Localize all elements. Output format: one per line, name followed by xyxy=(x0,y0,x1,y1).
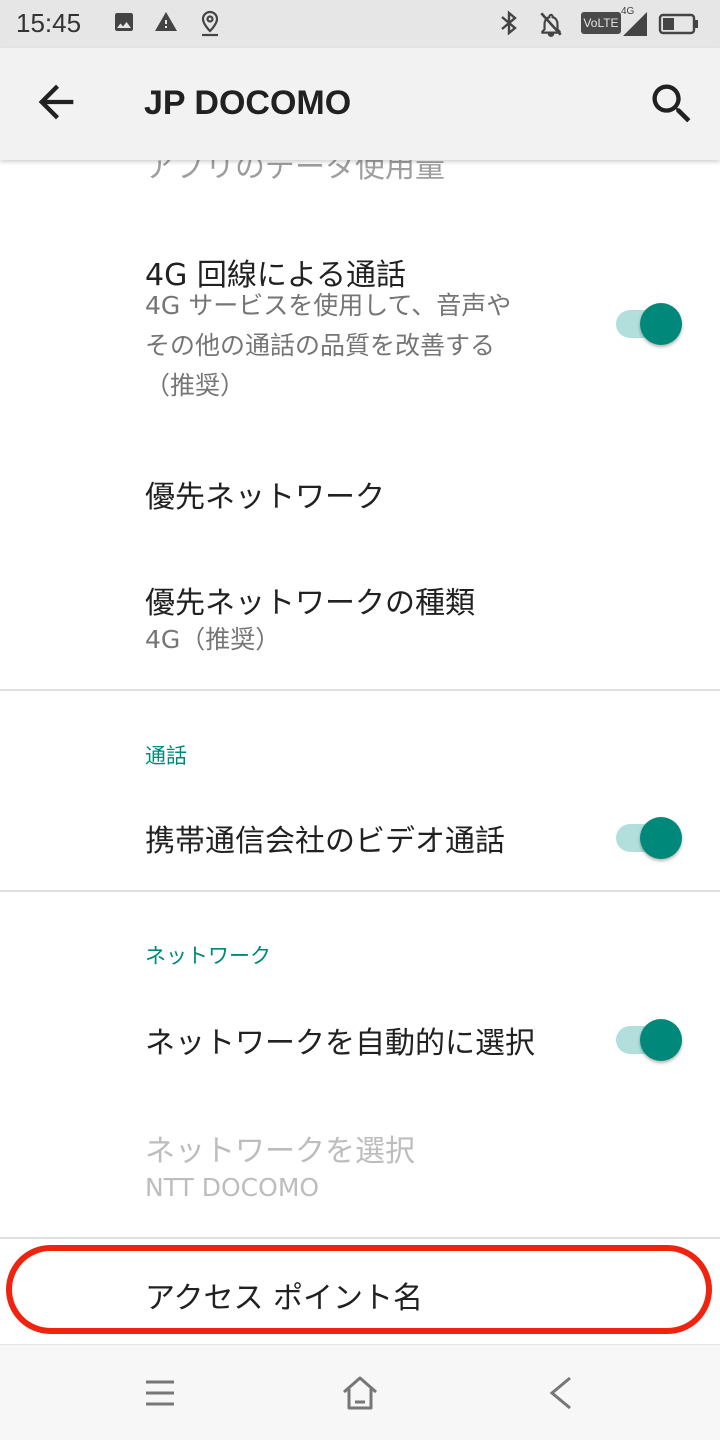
video-calling-switch[interactable] xyxy=(614,816,682,860)
4g-calling-summary-line3: （推奨） xyxy=(145,371,246,400)
highlight-annotation xyxy=(6,1245,712,1334)
preferred-network-title: 優先ネットワーク xyxy=(145,480,385,515)
list-item-auto-select-network[interactable]: ネットワークを自動的に選択 xyxy=(0,990,720,1090)
location-icon xyxy=(201,10,219,37)
app-data-usage-title: アプリのデータ使用量 xyxy=(145,160,445,185)
menu-icon[interactable] xyxy=(140,1373,180,1413)
bluetooth-icon xyxy=(501,10,517,36)
search-icon[interactable] xyxy=(646,78,698,130)
list-item-preferred-network-type[interactable]: 優先ネットワークの種類 4G（推奨） xyxy=(0,550,720,680)
divider xyxy=(0,890,720,892)
list-item-app-data-usage[interactable]: アプリのデータ使用量 xyxy=(0,160,720,200)
arrow-back-icon[interactable] xyxy=(30,76,82,128)
list-item-preferred-network[interactable]: 優先ネットワーク xyxy=(0,440,720,540)
settings-list: アプリのデータ使用量 4G 回線による通話 4G サービスを使用して、音声や そ… xyxy=(0,160,720,1344)
category-calling: 通話 xyxy=(145,744,187,768)
home-icon[interactable] xyxy=(340,1373,380,1413)
switch-thumb xyxy=(640,1019,682,1061)
category-network: ネットワーク xyxy=(145,944,271,968)
alert-icon xyxy=(155,12,177,31)
auto-select-network-switch[interactable] xyxy=(614,1018,682,1062)
app-bar: JP DOCOMO xyxy=(0,48,720,160)
4g-calling-summary-line2: その他の通話の品質を改善する xyxy=(145,331,496,360)
list-item-video-calling[interactable]: 携帯通信会社のビデオ通話 xyxy=(0,790,720,890)
image-icon xyxy=(115,13,133,31)
list-item-4g-calling[interactable]: 4G 回線による通話 4G サービスを使用して、音声や その他の通話の品質を改善… xyxy=(0,220,720,420)
volte-icon: VoLTE xyxy=(581,12,621,34)
notifications-off-icon xyxy=(540,12,562,37)
4g-calling-switch[interactable] xyxy=(614,302,682,346)
switch-thumb xyxy=(640,817,682,859)
preferred-network-type-title: 優先ネットワークの種類 xyxy=(145,586,475,621)
status-time: 15:45 xyxy=(16,8,82,38)
network-type-label: 4G xyxy=(621,6,635,17)
divider xyxy=(0,689,720,691)
4g-calling-summary-line1: 4G サービスを使用して、音声や xyxy=(145,291,512,320)
choose-network-title: ネットワークを選択 xyxy=(145,1134,415,1169)
video-calling-title: 携帯通信会社のビデオ通話 xyxy=(145,824,505,859)
switch-thumb xyxy=(640,303,682,345)
preferred-network-type-summary: 4G（推奨） xyxy=(145,625,281,654)
divider xyxy=(0,1237,720,1239)
choose-network-summary: NTT DOCOMO xyxy=(145,1173,320,1202)
page-title: JP DOCOMO xyxy=(144,84,352,122)
status-bar: 15:45 VoLTE 4G xyxy=(0,0,720,48)
list-item-choose-network: ネットワークを選択 NTT DOCOMO xyxy=(0,1100,720,1230)
navigation-bar xyxy=(0,1344,720,1440)
auto-select-network-title: ネットワークを自動的に選択 xyxy=(145,1026,535,1061)
battery-icon xyxy=(658,13,698,35)
back-icon[interactable] xyxy=(540,1373,580,1413)
